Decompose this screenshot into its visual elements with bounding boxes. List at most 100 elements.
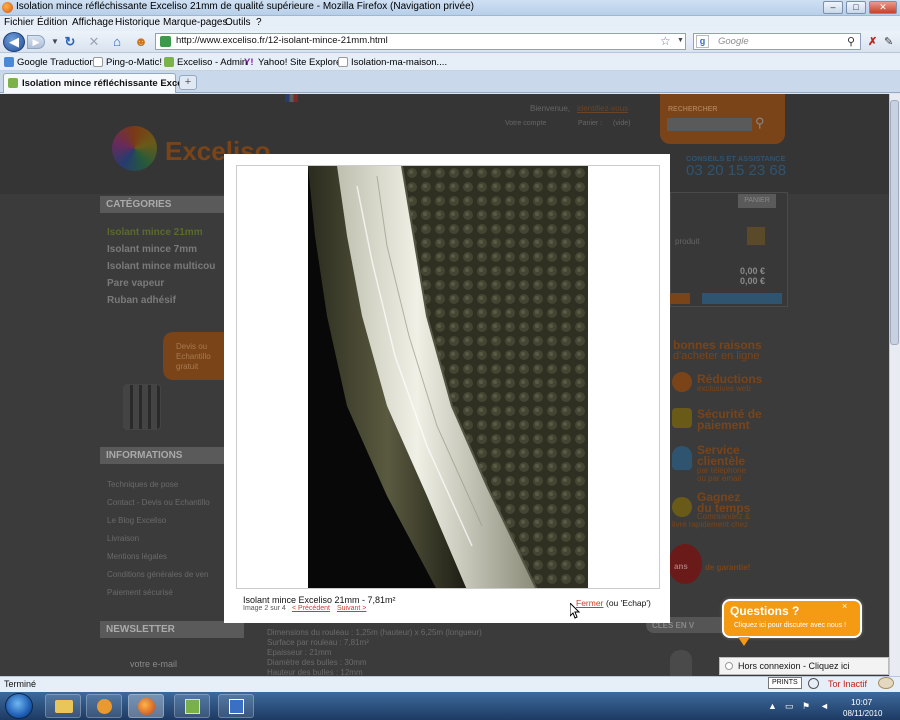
- privacy-mask-icon[interactable]: ☻: [133, 34, 149, 50]
- tor-status[interactable]: Tor Inactif: [828, 679, 867, 689]
- google-translate-icon: [4, 57, 14, 67]
- info-link-mentions[interactable]: Mentions légales: [107, 552, 167, 561]
- menu-help[interactable]: ?: [256, 17, 262, 28]
- lightbox-close-link[interactable]: Fermer: [576, 598, 603, 608]
- warranty-text: de garantie!: [705, 563, 751, 572]
- flag-fr-icon[interactable]: [285, 94, 298, 102]
- close-button[interactable]: ✕: [869, 1, 897, 14]
- menu-edition[interactable]: Édition: [37, 17, 68, 28]
- lightbox-next-link[interactable]: Suivant >: [337, 605, 366, 612]
- cart-price-1: 0,00 €: [740, 266, 766, 276]
- tor-onion-icon[interactable]: [808, 678, 819, 689]
- addon-status-icon[interactable]: [878, 677, 894, 689]
- category-pare-vapeur[interactable]: Pare vapeur: [107, 278, 164, 289]
- questions-subtitle[interactable]: Cliquez ici pour discuter avec nous !: [734, 622, 846, 629]
- search-input[interactable]: Google: [718, 36, 749, 47]
- stop-icon[interactable]: ✕: [86, 34, 102, 50]
- cart-link[interactable]: Panier :: [578, 120, 602, 127]
- menu-outils[interactable]: Outils: [225, 17, 251, 28]
- clock-time[interactable]: 10:07: [851, 697, 872, 707]
- taskbar-explorer[interactable]: [45, 694, 81, 718]
- site-search-input[interactable]: [667, 118, 752, 131]
- info-link-paiement[interactable]: Paiement sécurisé: [107, 588, 173, 597]
- discount-icon: [672, 372, 692, 392]
- folder-icon: [55, 700, 73, 713]
- menu-historique[interactable]: Historique: [115, 17, 160, 28]
- scrollbar-thumb[interactable]: [890, 100, 899, 345]
- reload-icon[interactable]: ↻: [62, 34, 78, 50]
- tray-flag-icon[interactable]: ⚑: [802, 701, 810, 712]
- bubble-close-icon[interactable]: ×: [842, 601, 847, 611]
- bookmark-exceliso-admin[interactable]: Exceliso - Admin: [177, 57, 247, 68]
- lock-icon: [672, 408, 692, 428]
- forward-button[interactable]: ▶: [27, 35, 45, 49]
- cart-view-button[interactable]: [702, 293, 782, 304]
- bookmark-yahoo-site-explorer[interactable]: Yahoo! Site Explorer: [258, 57, 344, 68]
- chat-status-text[interactable]: Hors connexion - Cliquez ici: [738, 661, 850, 671]
- mouse-cursor-icon: [570, 603, 580, 619]
- taskbar-app[interactable]: [174, 694, 210, 718]
- prints-button[interactable]: PRINTS: [768, 677, 802, 689]
- questions-title[interactable]: Questions ?: [730, 604, 799, 618]
- identify-link[interactable]: identifiez-vous: [577, 104, 628, 113]
- info-link-blog[interactable]: Le Blog Exceliso: [107, 516, 166, 525]
- category-multicouche[interactable]: Isolant mince multicou: [107, 261, 215, 272]
- history-dropdown-icon[interactable]: ▼: [47, 34, 63, 50]
- cart-order-button[interactable]: [670, 293, 690, 304]
- url-dropdown-icon[interactable]: ▼: [677, 37, 684, 44]
- account-link[interactable]: Votre compte: [505, 120, 546, 127]
- reason-2b: paiement: [697, 418, 750, 432]
- tab-label[interactable]: Isolation mince réfléchissante Exceli...: [22, 78, 196, 89]
- page-icon: [338, 57, 348, 67]
- reason-1-sub: exclusives web: [697, 384, 751, 393]
- taskbar-app2[interactable]: [218, 694, 254, 718]
- exceliso-icon: [164, 57, 174, 67]
- category-7mm[interactable]: Isolant mince 7mm: [107, 244, 197, 255]
- addon-icon[interactable]: ✗: [868, 35, 879, 48]
- minimize-button[interactable]: –: [823, 1, 843, 14]
- info-link-cgv[interactable]: Conditions générales de ven: [107, 570, 208, 579]
- bookmark-isolation-ma-maison[interactable]: Isolation-ma-maison....: [351, 57, 447, 68]
- reason-4d: livré rapidement chez: [672, 520, 749, 529]
- quote-text-2: Echantillo: [176, 352, 211, 361]
- taskbar-firefox[interactable]: [128, 694, 164, 718]
- info-link-contact[interactable]: Contact - Devis ou Echantillo: [107, 498, 210, 507]
- product-photo: [236, 165, 660, 589]
- back-button[interactable]: ◀: [3, 32, 25, 52]
- welcome-text: Bienvenue,: [530, 104, 571, 113]
- categories-title: CATÉGORIES: [100, 196, 224, 213]
- google-icon[interactable]: g: [696, 35, 709, 48]
- person-icon: [670, 650, 692, 676]
- start-button[interactable]: [5, 693, 33, 719]
- exceliso-logo-icon: [112, 126, 157, 171]
- tray-network-icon[interactable]: ▭: [785, 701, 794, 712]
- info-link-livraison[interactable]: Livraison: [107, 534, 139, 543]
- lightbox-prev-link[interactable]: < Précédent: [292, 605, 330, 612]
- info-link-pose[interactable]: Techniques de pose: [107, 480, 178, 489]
- site-search-icon[interactable]: ⚲: [755, 115, 765, 131]
- maximize-button[interactable]: □: [846, 1, 866, 14]
- status-bar: [0, 676, 900, 692]
- tray-arrow-icon[interactable]: ▲: [768, 701, 777, 711]
- menu-affichage[interactable]: Affichage: [72, 17, 114, 28]
- addon2-icon[interactable]: ✎: [884, 35, 895, 48]
- newsletter-email-input[interactable]: votre e-mail: [130, 659, 177, 669]
- bookmark-google-traduction[interactable]: Google Traduction: [17, 57, 95, 68]
- category-ruban[interactable]: Ruban adhésif: [107, 295, 176, 306]
- bookmark-star-icon[interactable]: ☆: [660, 34, 671, 48]
- desc-line-3: Epaisseur : 21mm: [267, 648, 332, 657]
- clock-date[interactable]: 08/11/2010: [843, 709, 882, 718]
- new-tab-button[interactable]: +: [179, 75, 197, 90]
- desc-line-4: Diamètre des bulles : 30mm: [267, 658, 367, 667]
- menu-fichier[interactable]: Fichier: [4, 17, 34, 28]
- yahoo-icon: Y!: [244, 57, 254, 68]
- url-text[interactable]: http://www.exceliso.fr/12-isolant-mince-…: [176, 35, 388, 46]
- home-icon[interactable]: ⌂: [109, 34, 125, 50]
- bookmark-ping-o-matic[interactable]: Ping-o-Matic!: [106, 57, 162, 68]
- taskbar-media[interactable]: [86, 694, 122, 718]
- calculator-icon[interactable]: [123, 384, 161, 430]
- search-icon[interactable]: ⚲: [847, 35, 855, 48]
- menu-marque-pages[interactable]: Marque-pages: [163, 17, 227, 28]
- tray-volume-icon[interactable]: ◄: [820, 701, 829, 711]
- category-21mm[interactable]: Isolant mince 21mm: [107, 227, 203, 238]
